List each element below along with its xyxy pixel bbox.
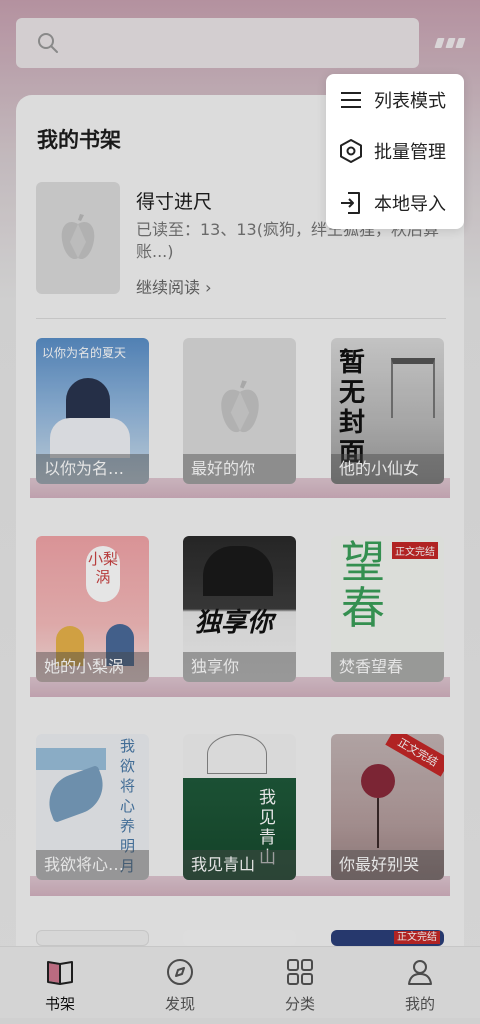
book-title: 我见青山 bbox=[183, 850, 296, 880]
book-card[interactable]: 正文完结 bbox=[331, 930, 444, 946]
book-card[interactable]: 望春 正文完结 焚香望春 bbox=[331, 536, 444, 682]
apple-placeholder-icon bbox=[221, 380, 259, 433]
bottom-nav: 书架 发现 分类 我的 bbox=[0, 946, 480, 1024]
status-badge: 正文完结 bbox=[394, 931, 440, 944]
menu-item-label: 本地导入 bbox=[374, 194, 446, 215]
nav-label: 书架 bbox=[44, 995, 75, 1013]
book-card[interactable]: 我见青山 我见青山 bbox=[183, 734, 296, 880]
divider bbox=[36, 318, 446, 319]
book-title: 他的小仙女 bbox=[331, 454, 444, 484]
book-card[interactable]: 小梨涡 她的小梨涡 bbox=[36, 536, 149, 682]
nav-item-category[interactable]: 分类 bbox=[240, 947, 360, 1024]
options-popup-menu: 列表模式 批量管理 本地导入 bbox=[326, 74, 464, 229]
book-card[interactable]: 以你为名的夏天 以你为名… bbox=[36, 338, 149, 484]
recent-book-title[interactable]: 得寸进尺 bbox=[136, 187, 212, 214]
user-icon bbox=[408, 960, 432, 985]
book-cover-text: 正文完结 bbox=[385, 734, 444, 777]
nav-label: 发现 bbox=[164, 995, 195, 1013]
book-cover-text: 小梨涡 bbox=[86, 546, 120, 602]
book-cover-text: 独享你 bbox=[195, 608, 274, 638]
nav-label: 我的 bbox=[404, 995, 435, 1013]
status-badge: 正文完结 bbox=[392, 542, 438, 559]
import-icon bbox=[341, 192, 360, 214]
menu-item-label: 列表模式 bbox=[374, 91, 446, 112]
book-title: 焚香望春 bbox=[331, 652, 444, 682]
book-title: 她的小梨涡 bbox=[36, 652, 149, 682]
search-icon bbox=[38, 33, 58, 53]
grid-icon bbox=[287, 959, 313, 985]
nav-item-mine[interactable]: 我的 bbox=[360, 947, 480, 1024]
book-title: 我欲将心… bbox=[36, 850, 149, 880]
book-title: 独享你 bbox=[183, 652, 296, 682]
menu-item-local-import[interactable]: 本地导入 bbox=[326, 179, 464, 227]
more-menu-icon[interactable] bbox=[434, 38, 466, 48]
recent-book-cover[interactable] bbox=[36, 182, 120, 294]
book-title: 最好的你 bbox=[183, 454, 296, 484]
book-icon bbox=[47, 961, 73, 985]
apple-placeholder-icon bbox=[61, 214, 95, 260]
book-card[interactable]: 暂无封面 他的小仙女 bbox=[331, 338, 444, 484]
search-bar[interactable] bbox=[16, 18, 419, 68]
shelf-title: 我的书架 bbox=[37, 128, 121, 152]
book-card[interactable] bbox=[36, 930, 149, 946]
continue-reading-link[interactable]: 继续阅读 › bbox=[136, 274, 212, 298]
book-cover-text: 以你为名的夏天 bbox=[42, 346, 127, 360]
book-card[interactable]: 正文完结 你最好别哭 bbox=[331, 734, 444, 880]
book-card[interactable]: 最好的你 bbox=[183, 338, 296, 484]
book-card[interactable] bbox=[183, 930, 296, 946]
nav-item-discover[interactable]: 发现 bbox=[120, 947, 240, 1024]
book-card[interactable]: 我欲将心养明月 我欲将心… bbox=[36, 734, 149, 880]
book-title: 你最好别哭 bbox=[331, 850, 444, 880]
compass-icon bbox=[167, 959, 193, 985]
list-icon bbox=[341, 92, 361, 108]
nav-item-bookshelf[interactable]: 书架 bbox=[0, 947, 120, 1024]
home-indicator bbox=[0, 1018, 480, 1024]
book-card[interactable]: 独享你 独享你 bbox=[183, 536, 296, 682]
menu-item-list-mode[interactable]: 列表模式 bbox=[326, 76, 464, 124]
menu-item-batch-manage[interactable]: 批量管理 bbox=[326, 127, 464, 175]
hexagon-settings-icon bbox=[340, 139, 362, 163]
book-cover-text: 暂无封面 bbox=[339, 348, 366, 468]
book-title: 以你为名… bbox=[36, 454, 149, 484]
menu-item-label: 批量管理 bbox=[374, 142, 446, 163]
nav-label: 分类 bbox=[284, 995, 315, 1013]
